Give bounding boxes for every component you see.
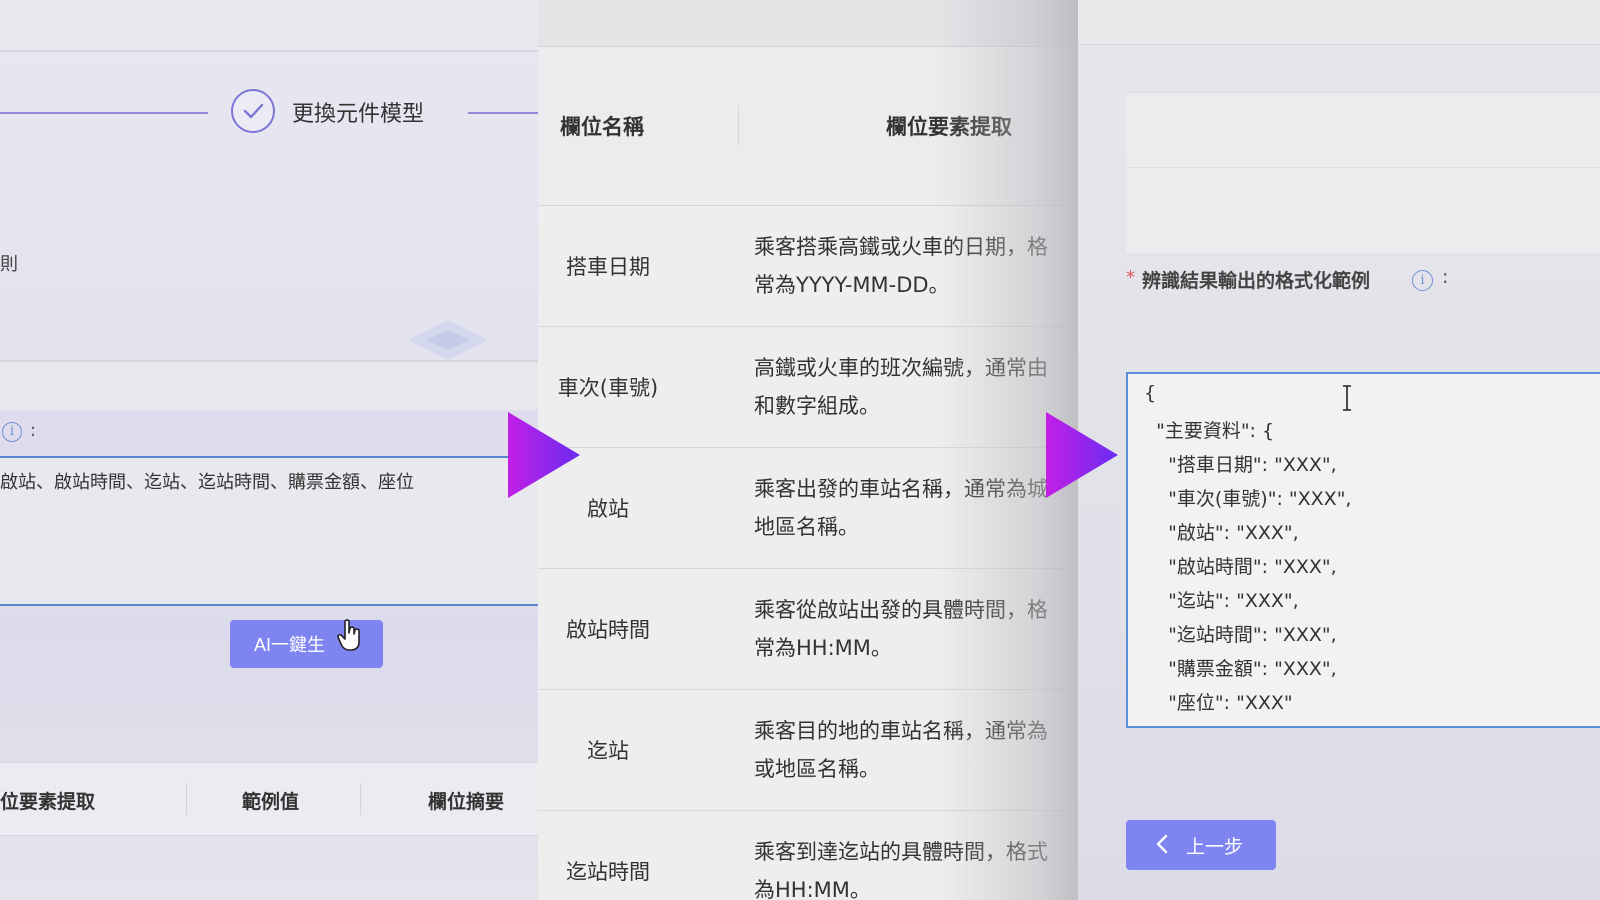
json-line: "購票金額": "XXX", bbox=[1144, 658, 1337, 680]
label-colon: : bbox=[1442, 266, 1449, 288]
column-header-summary: 欄位摘要 bbox=[428, 791, 505, 813]
field-description: 乘客搭乘高鐵或火車的日期，格 常為YYYY-MM-DD。 bbox=[754, 235, 1048, 297]
column-header-element: 位要素提取 bbox=[0, 791, 96, 813]
upper-input-box[interactable] bbox=[1126, 92, 1600, 253]
table-row: 迄站 乘客目的地的車站名稱，通常為 或地區名稱。 bbox=[538, 690, 1078, 811]
previous-step-button[interactable]: 上一步 bbox=[1126, 820, 1276, 870]
top-bar bbox=[0, 0, 538, 52]
field-description: 乘客到達迄站的具體時間，格式 為HH:MM。 bbox=[754, 840, 1048, 900]
json-line: "迄站時間": "XXX", bbox=[1144, 624, 1337, 646]
play-arrow-icon bbox=[508, 412, 580, 498]
field-name: 迄站 bbox=[587, 739, 629, 763]
json-line: "座位": "XXX" bbox=[1144, 692, 1293, 714]
prompt-label-row bbox=[0, 410, 538, 458]
field-description: 乘客目的地的車站名稱，通常為 或地區名稱。 bbox=[754, 719, 1048, 781]
field-name: 迄站時間 bbox=[566, 860, 650, 884]
json-line: "車次(車號)": "XXX", bbox=[1144, 488, 1352, 510]
step-label: 更換元件模型 bbox=[292, 102, 425, 127]
previous-step-label: 上一步 bbox=[1186, 837, 1244, 858]
json-line: { bbox=[1144, 382, 1157, 404]
textarea-value: 啟站、啟站時間、迄站、迄站時間、購票金額、座位 bbox=[0, 472, 414, 493]
column-separator bbox=[360, 783, 361, 815]
table-row: 搭車日期 乘客搭乘高鐵或火車的日期，格 常為YYYY-MM-DD。 bbox=[538, 206, 1078, 327]
table-header-row: 位要素提取 範例值 欄位摘要 bbox=[0, 762, 538, 836]
rule-label-fragment: 則 bbox=[0, 254, 18, 275]
header-field-name: 欄位名稱 bbox=[560, 115, 644, 139]
fields-textarea[interactable]: 啟站、啟站時間、迄站、迄站時間、購票金額、座位 bbox=[0, 458, 538, 606]
json-line: "啟站時間": "XXX", bbox=[1144, 556, 1337, 578]
column-separator bbox=[186, 783, 187, 815]
field-description: 乘客出發的車站名稱，通常為城 地區名稱。 bbox=[754, 477, 1048, 539]
field-name: 啟站時間 bbox=[566, 618, 650, 642]
play-arrow-icon bbox=[1046, 412, 1118, 498]
top-bar bbox=[538, 0, 1078, 47]
required-mark: * bbox=[1126, 267, 1135, 288]
chevron-left-icon bbox=[1156, 834, 1168, 854]
panel-field-table: 欄位名稱 欄位要素提取 搭車日期 乘客搭乘高鐵或火車的日期，格 常為YYYY-M… bbox=[538, 0, 1078, 900]
field-description: 乘客從啟站出發的具體時間，格 常為HH:MM。 bbox=[754, 598, 1048, 660]
json-line: "迄站": "XXX", bbox=[1144, 590, 1299, 612]
panel-template-setup: 更換元件模型 則 i : 啟站、啟站時間、迄站、迄站時間、購票金額、座位 AI一… bbox=[0, 0, 538, 900]
stepper-line-left bbox=[0, 112, 208, 114]
stepper-line-right bbox=[468, 112, 538, 114]
table-row: 啟站 乘客出發的車站名稱，通常為城 地區名稱。 bbox=[538, 448, 1078, 569]
text-cursor-icon bbox=[1343, 385, 1351, 411]
field-description: 高鐵或火車的班次編號，通常由 和數字組成。 bbox=[754, 356, 1048, 418]
output-format-textarea[interactable]: { "主要資料": { "搭車日期": "XXX", "車次(車號)": "XX… bbox=[1126, 372, 1600, 728]
hand-pointer-icon bbox=[337, 619, 360, 651]
table-row: 迄站時間 乘客到達迄站的具體時間，格式 為HH:MM。 bbox=[538, 811, 1078, 900]
json-line: "主要資料": { bbox=[1144, 420, 1275, 442]
json-line: "啟站": "XXX", bbox=[1144, 522, 1299, 544]
form-input-band[interactable] bbox=[0, 360, 538, 411]
step-indicator bbox=[231, 89, 275, 133]
header-element-extraction: 欄位要素提取 bbox=[886, 115, 1012, 139]
label-colon: : bbox=[30, 420, 37, 441]
field-name: 搭車日期 bbox=[566, 255, 650, 279]
json-line: "搭車日期": "XXX", bbox=[1144, 454, 1337, 476]
table-row: 啟站時間 乘客從啟站出發的具體時間，格 常為HH:MM。 bbox=[538, 569, 1078, 690]
column-separator bbox=[738, 105, 739, 145]
column-header-example: 範例值 bbox=[242, 791, 300, 813]
info-icon[interactable]: i bbox=[1412, 270, 1433, 291]
check-icon bbox=[243, 103, 264, 119]
info-icon[interactable]: i bbox=[2, 422, 22, 442]
output-format-label: 辨識結果輸出的格式化範例 bbox=[1142, 270, 1371, 292]
panel-output-format: * 辨識結果輸出的格式化範例 i : { "主要資料": { "搭車日期": "… bbox=[1078, 0, 1600, 900]
field-table-header: 欄位名稱 欄位要素提取 bbox=[538, 47, 1078, 206]
top-bar bbox=[1078, 0, 1600, 45]
table-row: 車次(車號) 高鐵或火車的班次編號，通常由 和數字組成。 bbox=[538, 327, 1078, 448]
divider bbox=[1126, 167, 1600, 168]
